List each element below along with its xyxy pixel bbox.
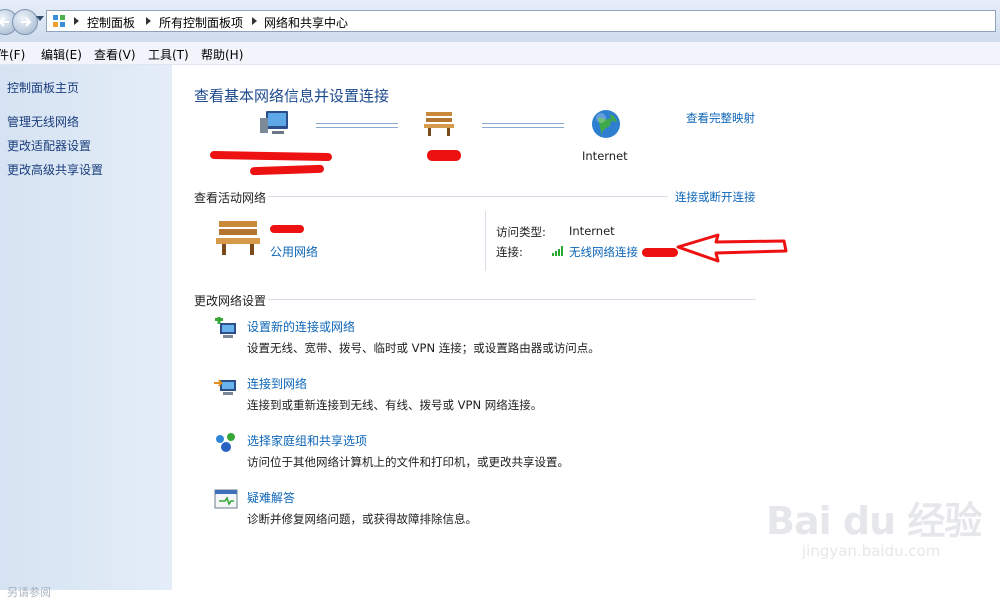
new-connection-icon xyxy=(215,317,236,338)
address-bar: 控制面板 所有控制面板项 网络和共享中心 xyxy=(0,0,1000,43)
see-also-heading: 另请参阅 xyxy=(7,586,51,599)
breadcrumb-network-center[interactable]: 网络和共享中心 xyxy=(264,14,348,31)
connections-label: 连接: xyxy=(496,245,523,259)
active-networks-heading: 查看活动网络 xyxy=(194,191,267,205)
computer-icon xyxy=(260,111,288,134)
menu-view[interactable]: 查看(V) xyxy=(94,46,136,63)
breadcrumb[interactable]: 控制面板 所有控制面板项 网络和共享中心 xyxy=(46,10,996,32)
connect-network-link[interactable]: 连接到网络 xyxy=(247,375,307,392)
divider xyxy=(268,196,668,197)
redaction-mark xyxy=(642,248,678,257)
divider xyxy=(268,299,756,300)
internet-globe-icon xyxy=(592,110,620,138)
forward-button[interactable] xyxy=(12,9,38,35)
menu-tools[interactable]: 工具(T) xyxy=(148,46,189,63)
divider-vertical xyxy=(485,211,486,271)
map-connection-line xyxy=(316,123,398,128)
forward-arrow-icon xyxy=(21,17,32,27)
setup-connection-link[interactable]: 设置新的连接或网络 xyxy=(247,318,355,335)
homegroup-link[interactable]: 选择家庭组和共享选项 xyxy=(247,432,367,449)
menu-bar: 件(F) 编辑(E) 查看(V) 工具(T) 帮助(H) xyxy=(0,42,1000,65)
breadcrumb-separator-icon xyxy=(252,17,257,25)
network-type-link[interactable]: 公用网络 xyxy=(270,243,318,260)
sidebar: 控制面板主页 管理无线网络 更改适配器设置 更改高级共享设置 另请参阅 xyxy=(0,65,172,599)
troubleshoot-icon xyxy=(214,489,238,509)
menu-help[interactable]: 帮助(H) xyxy=(201,46,243,63)
baidu-jingyan-watermark: Bai du 经验 jingyan.baidu.com xyxy=(760,470,1000,590)
access-type-value: Internet xyxy=(569,224,615,238)
change-settings-heading: 更改网络设置 xyxy=(194,294,267,308)
redaction-mark xyxy=(249,164,325,176)
redaction-mark xyxy=(427,150,461,161)
sidebar-item-control-panel-home[interactable]: 控制面板主页 xyxy=(7,79,79,96)
homegroup-icon xyxy=(216,433,235,452)
sidebar-item-manage-wireless[interactable]: 管理无线网络 xyxy=(7,113,79,130)
map-connection-line xyxy=(482,123,564,128)
back-arrow-icon xyxy=(0,17,9,27)
menu-edit[interactable]: 编辑(E) xyxy=(41,46,82,63)
redaction-mark xyxy=(270,225,304,233)
redaction-mark xyxy=(209,150,333,162)
access-type-label: 访问类型: xyxy=(496,225,546,239)
recent-pages-dropdown[interactable] xyxy=(36,16,44,21)
wireless-connection-link[interactable]: 无线网络连接 xyxy=(569,244,638,260)
public-network-bench-icon xyxy=(216,221,260,255)
internet-label: Internet xyxy=(582,149,628,163)
view-full-map-link[interactable]: 查看完整映射 xyxy=(686,110,755,126)
connect-network-desc: 连接到或重新连接到无线、有线、拨号或 VPN 网络连接。 xyxy=(247,398,543,412)
troubleshoot-desc: 诊断并修复网络问题，或获得故障排除信息。 xyxy=(247,512,477,526)
watermark-brand: Bai du 经验 xyxy=(766,499,982,543)
sidebar-item-adapter-settings[interactable]: 更改适配器设置 xyxy=(7,137,91,154)
breadcrumb-control-panel[interactable]: 控制面板 xyxy=(87,14,135,31)
troubleshoot-link[interactable]: 疑难解答 xyxy=(247,489,295,506)
page-title: 查看基本网络信息并设置连接 xyxy=(194,87,390,105)
breadcrumb-separator-icon xyxy=(146,17,151,25)
wifi-signal-icon xyxy=(552,246,563,256)
setup-connection-desc: 设置无线、宽带、拨号、临时或 VPN 连接；或设置路由器或访问点。 xyxy=(247,341,600,355)
breadcrumb-all-items[interactable]: 所有控制面板项 xyxy=(159,14,243,31)
homegroup-desc: 访问位于其他网络计算机上的文件和打印机，或更改共享设置。 xyxy=(247,455,569,469)
menu-file[interactable]: 件(F) xyxy=(0,46,25,63)
sidebar-item-advanced-sharing[interactable]: 更改高级共享设置 xyxy=(7,161,103,178)
control-panel-icon xyxy=(53,15,65,27)
breadcrumb-separator-icon xyxy=(74,17,79,25)
watermark-url: jingyan.baidu.com xyxy=(802,542,941,560)
connect-disconnect-link[interactable]: 连接或断开连接 xyxy=(675,189,756,205)
connect-network-icon xyxy=(214,379,236,395)
bench-icon xyxy=(424,112,454,136)
annotation-arrow-icon xyxy=(676,233,788,263)
